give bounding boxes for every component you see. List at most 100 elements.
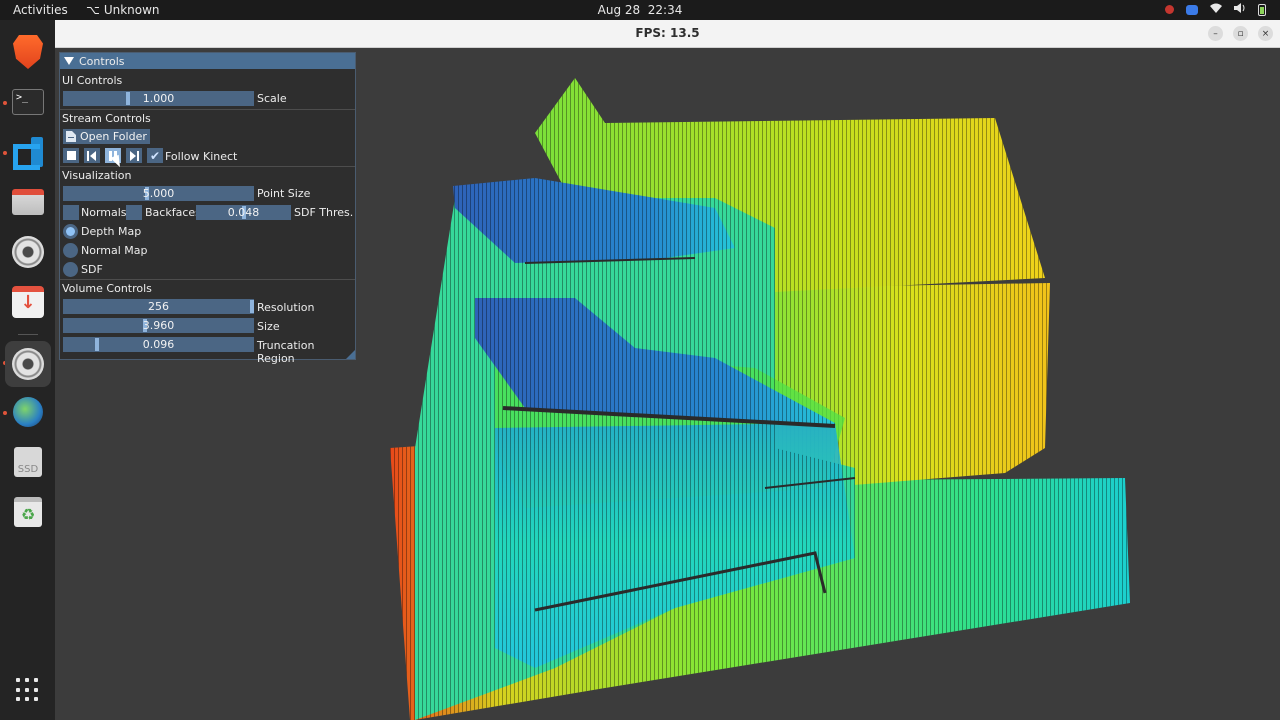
scale-value: 1.000	[142, 92, 175, 105]
window-title: FPS: 13.5	[635, 26, 700, 40]
slider-grab[interactable]	[95, 338, 100, 351]
vscode-launcher[interactable]	[9, 133, 47, 171]
size-label: Size	[257, 320, 280, 333]
section-divider	[60, 109, 355, 110]
brave-icon	[13, 35, 43, 69]
clock: Aug 28 22:34	[0, 3, 1280, 17]
drive-icon: SSD	[14, 447, 42, 477]
wifi-icon[interactable]	[1210, 3, 1222, 16]
truncation-region-slider[interactable]: 0.096	[63, 337, 254, 352]
app-name: Unknown	[103, 3, 160, 17]
zoom-icon[interactable]	[1186, 4, 1198, 15]
app-menu[interactable]: ⌥ Unknown	[86, 3, 160, 17]
clock-button[interactable]: Aug 28 22:34	[598, 3, 683, 17]
size-value: 3.960	[142, 319, 175, 332]
skip-back-button[interactable]	[84, 148, 100, 163]
volume-icon[interactable]	[1234, 3, 1246, 16]
sdf-label: SDF	[81, 263, 103, 276]
ssd-drive-launcher[interactable]: SSD	[9, 443, 47, 481]
terminal-launcher[interactable]: >_	[9, 83, 47, 121]
normals-checkbox[interactable]	[63, 205, 79, 220]
normal-map-label: Normal Map	[81, 244, 148, 257]
running-indicator	[3, 101, 7, 105]
checkmark-icon: ✔	[149, 148, 161, 163]
resolution-label: Resolution	[257, 301, 315, 314]
truncation-region-value: 0.096	[142, 338, 175, 351]
ui-controls-section-title: UI Controls	[62, 74, 123, 87]
normal-map-radio[interactable]	[63, 243, 78, 258]
point-size-value: 5.000	[142, 187, 175, 200]
activities-button[interactable]: Activities	[13, 3, 68, 17]
size-slider[interactable]: 3.960	[63, 318, 254, 333]
globe-icon	[13, 397, 43, 427]
recording-indicator-icon[interactable]	[1165, 5, 1174, 14]
depth-map-radio[interactable]	[63, 224, 78, 239]
terminal-icon: >_	[12, 89, 44, 115]
software-updater-launcher[interactable]	[9, 283, 47, 321]
running-indicator	[3, 411, 7, 415]
resolution-value: 256	[148, 300, 169, 313]
download-icon	[12, 286, 44, 318]
stop-icon	[66, 151, 76, 160]
window-titlebar[interactable]: FPS: 13.5 – ▫ ×	[55, 20, 1280, 48]
section-divider	[60, 279, 355, 280]
dock-separator	[18, 334, 38, 335]
vscode-icon	[13, 137, 43, 167]
brave-browser-launcher[interactable]	[9, 33, 47, 71]
slider-grab[interactable]	[250, 300, 254, 313]
top-bar: Activities ⌥ Unknown Aug 28 22:34	[0, 0, 1280, 20]
sdf-threshold-value: 0.048	[227, 206, 260, 219]
sdf-radio[interactable]	[63, 262, 78, 277]
close-button[interactable]: ×	[1258, 26, 1273, 41]
skip-forward-icon	[130, 150, 139, 161]
folder-icon	[66, 131, 76, 142]
controls-title: Controls	[79, 54, 125, 68]
sdf-threshold-label: SDF Thres.	[294, 206, 354, 219]
follow-kinect-label: Follow Kinect	[165, 150, 238, 163]
point-size-label: Point Size	[257, 187, 311, 200]
backfaces-label: Backfaces	[145, 206, 201, 219]
minimize-button[interactable]: –	[1208, 26, 1223, 41]
resolution-slider[interactable]: 256	[63, 299, 254, 314]
open-folder-label: Open Folder	[80, 130, 147, 143]
show-apps-button[interactable]	[16, 678, 40, 702]
slider-grab[interactable]	[125, 92, 130, 105]
stop-button[interactable]	[63, 148, 79, 163]
clock-date: Aug 28	[597, 3, 641, 17]
backfaces-checkbox[interactable]	[126, 205, 142, 220]
section-divider	[60, 166, 355, 167]
follow-kinect-checkbox[interactable]: ✔	[147, 148, 163, 163]
visualization-section-title: Visualization	[62, 169, 132, 182]
files-launcher[interactable]	[9, 183, 47, 221]
stream-controls-section-title: Stream Controls	[62, 112, 151, 125]
point-size-slider[interactable]: 5.000	[63, 186, 254, 201]
scale-slider[interactable]: 1.000	[63, 91, 254, 106]
open-folder-button[interactable]: Open Folder	[63, 129, 150, 144]
scale-label: Scale	[257, 92, 287, 105]
depth-map-label: Depth Map	[81, 225, 142, 238]
active-app-launcher[interactable]	[5, 341, 51, 387]
collapse-triangle-icon	[64, 57, 74, 65]
globe-app-launcher[interactable]	[9, 393, 47, 431]
clock-time: 22:34	[647, 3, 683, 17]
sdf-threshold-slider[interactable]: 0.048	[196, 205, 291, 220]
system-tray[interactable]	[1165, 3, 1266, 16]
volume-controls-section-title: Volume Controls	[62, 282, 152, 295]
running-indicator	[3, 151, 7, 155]
skip-back-icon	[87, 150, 96, 161]
controls-header[interactable]: Controls	[60, 53, 355, 69]
skip-forward-button[interactable]	[126, 148, 142, 163]
battery-icon[interactable]	[1258, 3, 1266, 16]
dock: >_ SSD ♻	[0, 20, 55, 720]
trash-icon: ♻	[14, 497, 42, 527]
normals-label: Normals	[81, 206, 127, 219]
controls-panel: Controls UI Controls 1.000 Scale Stream …	[59, 52, 356, 365]
maximize-button[interactable]: ▫	[1233, 26, 1248, 41]
files-icon	[12, 189, 44, 215]
settings-launcher[interactable]	[9, 233, 47, 271]
trash-launcher[interactable]: ♻	[9, 493, 47, 531]
truncation-region-label: Truncation Region	[257, 339, 315, 365]
gear-icon	[12, 348, 44, 380]
panel-resize-handle[interactable]	[346, 350, 355, 359]
app-icon: ⌥	[86, 3, 100, 17]
